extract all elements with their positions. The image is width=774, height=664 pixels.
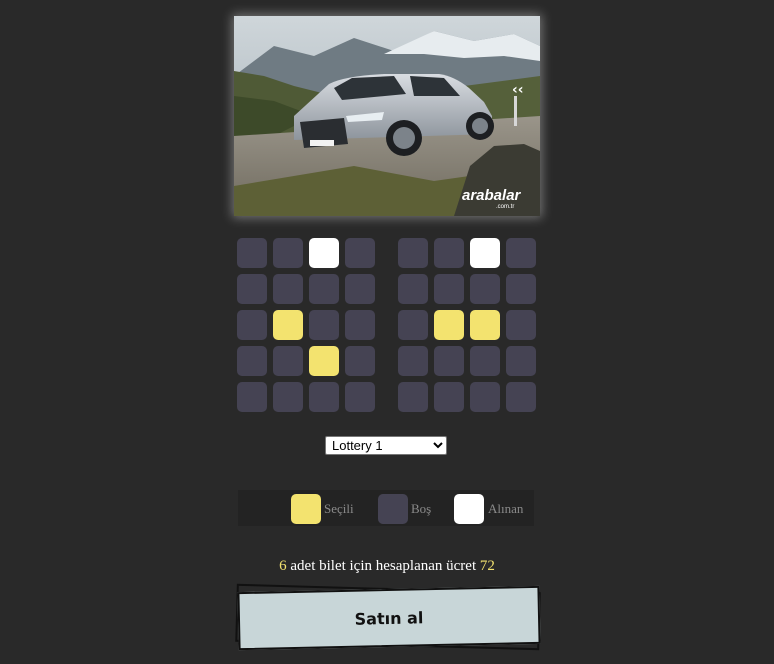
seat-left-6[interactable] (273, 274, 303, 304)
ticket-count: 6 (279, 558, 287, 574)
seat-right-4[interactable] (506, 238, 536, 268)
seat-left-13[interactable] (237, 346, 267, 376)
seat-left-12[interactable] (345, 310, 375, 340)
seat-left-4[interactable] (345, 238, 375, 268)
seat-right-15[interactable] (470, 346, 500, 376)
seat-left-19[interactable] (309, 382, 339, 412)
seat-left-9[interactable] (237, 310, 267, 340)
car-image: ‹‹ arabalar .com.tr (234, 16, 540, 216)
legend-selected-label: Seçili (324, 501, 354, 516)
seat-left-3[interactable] (309, 238, 339, 268)
price-summary: 6 adet bilet için hesaplanan ücret 72 (0, 558, 774, 575)
seat-right-12[interactable] (506, 310, 536, 340)
legend-taken-label: Alınan (488, 501, 524, 516)
legend-taken: Alınan (454, 494, 523, 524)
seat-grid-left (237, 238, 375, 412)
seat-right-5[interactable] (398, 274, 428, 304)
legend-empty: Boş (378, 494, 431, 524)
seat-right-2[interactable] (434, 238, 464, 268)
lottery-select[interactable]: Lottery 1 (325, 436, 447, 455)
seat-left-5[interactable] (237, 274, 267, 304)
car-photo-icon: ‹‹ arabalar .com.tr (234, 16, 540, 216)
seat-right-3[interactable] (470, 238, 500, 268)
seat-right-16[interactable] (506, 346, 536, 376)
seat-right-8[interactable] (506, 274, 536, 304)
legend-selected-swatch (291, 494, 321, 524)
seat-right-14[interactable] (434, 346, 464, 376)
seat-left-10[interactable] (273, 310, 303, 340)
seat-right-1[interactable] (398, 238, 428, 268)
seat-left-8[interactable] (345, 274, 375, 304)
svg-text:‹‹: ‹‹ (512, 82, 524, 98)
seat-right-11[interactable] (470, 310, 500, 340)
seat-right-19[interactable] (470, 382, 500, 412)
legend-empty-swatch (378, 494, 408, 524)
seat-right-9[interactable] (398, 310, 428, 340)
seat-right-17[interactable] (398, 382, 428, 412)
legend: Seçili Boş Alınan (238, 490, 534, 526)
seat-right-10[interactable] (434, 310, 464, 340)
summary-text: adet bilet için hesaplanan ücret (286, 558, 480, 574)
legend-taken-swatch (454, 494, 484, 524)
seat-left-11[interactable] (309, 310, 339, 340)
seat-right-20[interactable] (506, 382, 536, 412)
seat-left-16[interactable] (345, 346, 375, 376)
legend-empty-label: Boş (411, 501, 432, 516)
seat-left-20[interactable] (345, 382, 375, 412)
seat-right-7[interactable] (470, 274, 500, 304)
seat-left-15[interactable] (309, 346, 339, 376)
seat-left-7[interactable] (309, 274, 339, 304)
buy-button[interactable]: Satın al (237, 585, 541, 651)
seat-grid-right (398, 238, 536, 412)
seat-left-14[interactable] (273, 346, 303, 376)
watermark-text: arabalar (462, 187, 522, 204)
seat-left-17[interactable] (237, 382, 267, 412)
seat-left-1[interactable] (237, 238, 267, 268)
seat-right-6[interactable] (434, 274, 464, 304)
seat-right-18[interactable] (434, 382, 464, 412)
seat-left-18[interactable] (273, 382, 303, 412)
total-price: 72 (479, 558, 495, 574)
watermark-sub: .com.tr (496, 204, 514, 210)
seat-left-2[interactable] (273, 238, 303, 268)
legend-selected: Seçili (291, 494, 354, 524)
cinema-page: ‹‹ arabalar .com.tr Lottery 1 Seçili Boş… (0, 0, 774, 664)
seat-right-13[interactable] (398, 346, 428, 376)
